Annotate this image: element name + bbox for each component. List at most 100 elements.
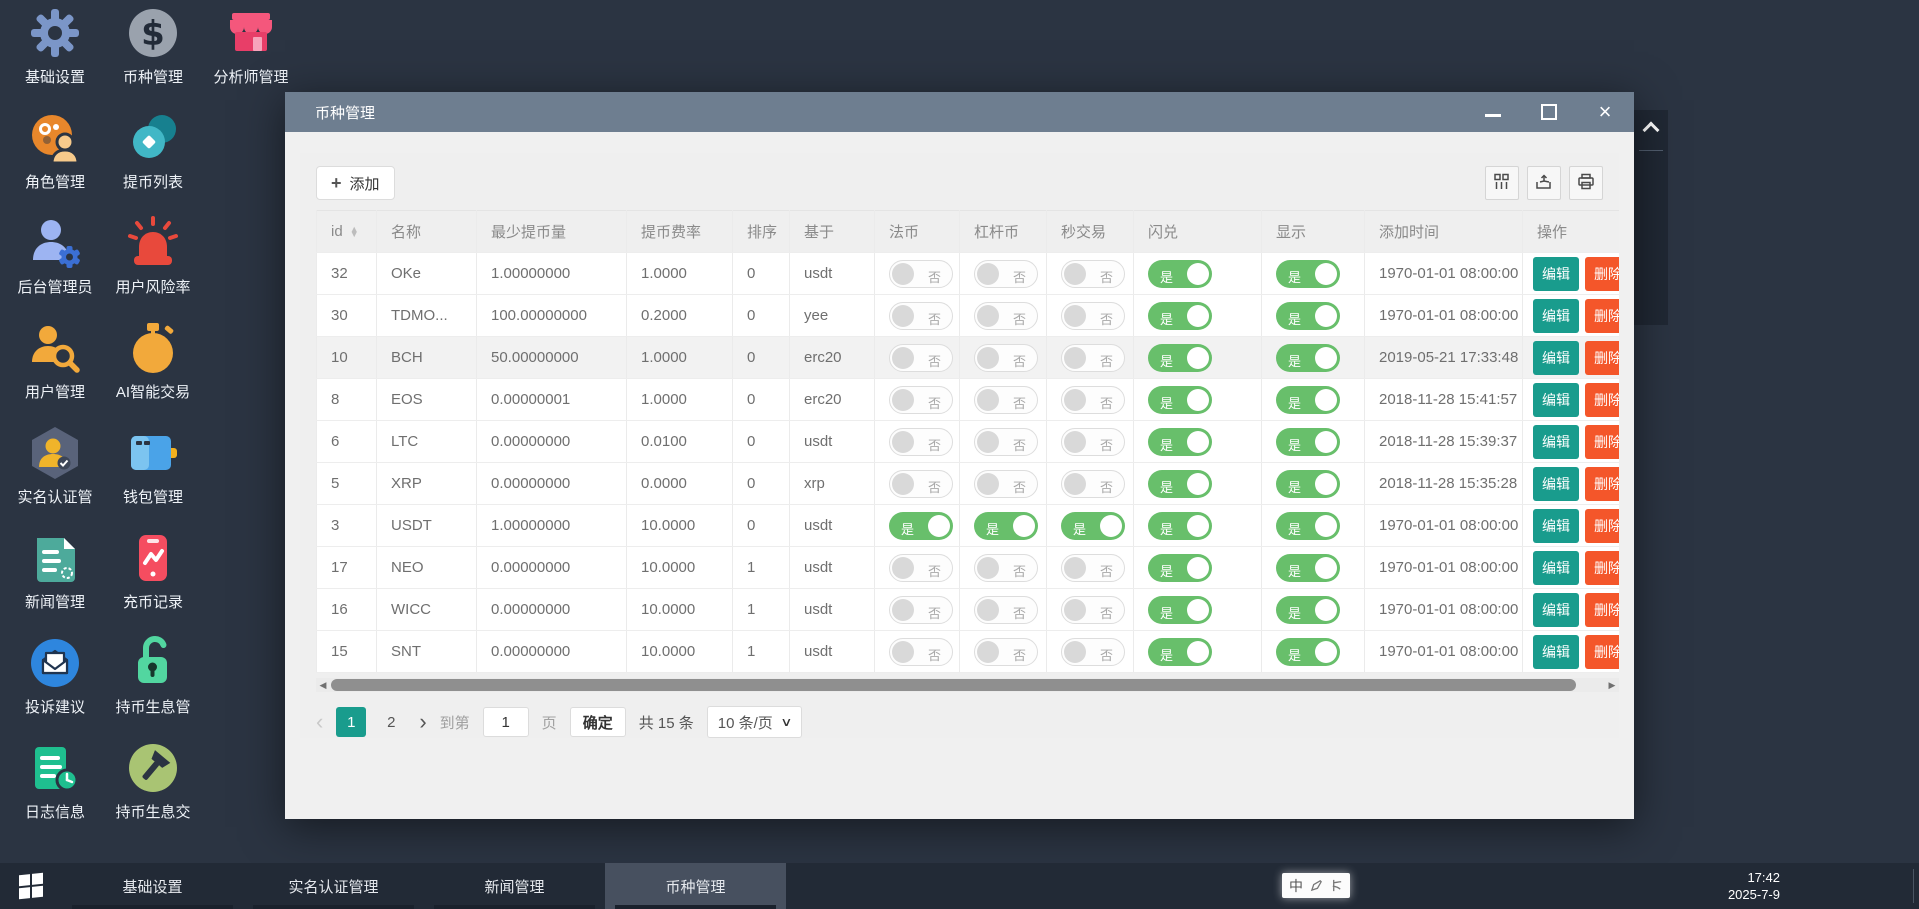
flash-swap-toggle[interactable]: 是 <box>1148 260 1212 288</box>
show-toggle[interactable]: 是 <box>1276 344 1340 372</box>
chevron-up-icon[interactable] <box>1643 122 1660 139</box>
scroll-right-arrow-icon[interactable]: ▶ <box>1605 678 1619 692</box>
next-page-icon[interactable]: › <box>419 711 426 733</box>
delete-button[interactable]: 删除 <box>1585 383 1619 417</box>
desktop-icon-deposit[interactable]: 充币记录 <box>104 529 202 634</box>
flash-swap-toggle[interactable]: 是 <box>1148 386 1212 414</box>
desktop-icon-roles[interactable]: 角色管理 <box>6 109 104 214</box>
flash-swap-toggle[interactable]: 是 <box>1148 512 1212 540</box>
confirm-button[interactable]: 确定 <box>570 707 626 737</box>
desktop-icon-alarm[interactable]: 用户风险率 <box>104 214 202 319</box>
delete-button[interactable]: 删除 <box>1585 551 1619 585</box>
edit-button[interactable]: 编辑 <box>1533 551 1579 585</box>
goto-page-input[interactable] <box>483 707 529 737</box>
show-toggle[interactable]: 是 <box>1276 512 1340 540</box>
edit-button[interactable]: 编辑 <box>1533 425 1579 459</box>
delete-button[interactable]: 删除 <box>1585 593 1619 627</box>
leverage-toggle[interactable]: 否 <box>974 596 1038 624</box>
ime-language-bar[interactable]: 中 <box>1282 873 1350 898</box>
show-toggle[interactable]: 是 <box>1276 302 1340 330</box>
export-button[interactable] <box>1527 166 1561 200</box>
fiat-toggle[interactable]: 否 <box>889 260 953 288</box>
delete-button[interactable]: 删除 <box>1585 467 1619 501</box>
desktop-icon-unlock[interactable]: 持币生息管 <box>104 634 202 739</box>
minimize-icon[interactable] <box>1484 103 1502 121</box>
seconds-trade-toggle[interactable]: 否 <box>1061 344 1125 372</box>
fiat-toggle[interactable]: 否 <box>889 302 953 330</box>
leverage-toggle[interactable]: 否 <box>974 554 1038 582</box>
desktop-icon-gear[interactable]: 基础设置 <box>6 4 104 109</box>
maximize-icon[interactable] <box>1540 103 1558 121</box>
flash-swap-toggle[interactable]: 是 <box>1148 638 1212 666</box>
edit-button[interactable]: 编辑 <box>1533 509 1579 543</box>
delete-button[interactable]: 删除 <box>1585 425 1619 459</box>
desktop-icon-log[interactable]: 日志信息 <box>6 739 104 844</box>
desktop-icon-news[interactable]: 新闻管理 <box>6 529 104 634</box>
edit-button[interactable]: 编辑 <box>1533 383 1579 417</box>
edit-button[interactable]: 编辑 <box>1533 467 1579 501</box>
desktop-icon-coins[interactable]: 提币列表 <box>104 109 202 214</box>
leverage-toggle[interactable]: 否 <box>974 638 1038 666</box>
print-button[interactable] <box>1569 166 1603 200</box>
edit-button[interactable]: 编辑 <box>1533 299 1579 333</box>
flash-swap-toggle[interactable]: 是 <box>1148 470 1212 498</box>
leverage-toggle[interactable]: 否 <box>974 302 1038 330</box>
fiat-toggle[interactable]: 否 <box>889 428 953 456</box>
desktop-icon-hammer[interactable]: 持币生息交 <box>104 739 202 844</box>
leverage-toggle[interactable]: 否 <box>974 260 1038 288</box>
desktop-icon-id-verify[interactable]: 实名认证管 <box>6 424 104 529</box>
fiat-toggle[interactable]: 否 <box>889 470 953 498</box>
prev-page-icon[interactable]: ‹ <box>316 711 323 733</box>
show-toggle[interactable]: 是 <box>1276 554 1340 582</box>
leverage-toggle[interactable]: 是 <box>974 512 1038 540</box>
fiat-toggle[interactable]: 否 <box>889 596 953 624</box>
leverage-toggle[interactable]: 否 <box>974 470 1038 498</box>
start-button[interactable] <box>0 863 62 909</box>
columns-button[interactable] <box>1485 166 1519 200</box>
edit-button[interactable]: 编辑 <box>1533 635 1579 669</box>
seconds-trade-toggle[interactable]: 否 <box>1061 596 1125 624</box>
seconds-trade-toggle[interactable]: 否 <box>1061 260 1125 288</box>
taskbar-button[interactable]: 新闻管理 <box>424 863 605 909</box>
seconds-trade-toggle[interactable]: 否 <box>1061 554 1125 582</box>
flash-swap-toggle[interactable]: 是 <box>1148 302 1212 330</box>
add-button[interactable]: + 添加 <box>316 166 395 200</box>
desktop-icon-mail[interactable]: 投诉建议 <box>6 634 104 739</box>
desktop-icon-stopwatch[interactable]: AI智能交易 <box>104 319 202 424</box>
seconds-trade-toggle[interactable]: 否 <box>1061 302 1125 330</box>
desktop-icon-admin[interactable]: 后台管理员 <box>6 214 104 319</box>
edit-button[interactable]: 编辑 <box>1533 341 1579 375</box>
flash-swap-toggle[interactable]: 是 <box>1148 554 1212 582</box>
show-toggle[interactable]: 是 <box>1276 386 1340 414</box>
delete-button[interactable]: 删除 <box>1585 299 1619 333</box>
show-toggle[interactable]: 是 <box>1276 428 1340 456</box>
delete-button[interactable]: 删除 <box>1585 257 1619 291</box>
taskbar-button[interactable]: 币种管理 <box>605 863 786 909</box>
fiat-toggle[interactable]: 是 <box>889 512 953 540</box>
edit-button[interactable]: 编辑 <box>1533 257 1579 291</box>
show-toggle[interactable]: 是 <box>1276 260 1340 288</box>
desktop-icon-wallet[interactable]: 钱包管理 <box>104 424 202 529</box>
flash-swap-toggle[interactable]: 是 <box>1148 596 1212 624</box>
show-toggle[interactable]: 是 <box>1276 638 1340 666</box>
page-number-1[interactable]: 1 <box>336 707 366 737</box>
seconds-trade-toggle[interactable]: 否 <box>1061 428 1125 456</box>
fiat-toggle[interactable]: 否 <box>889 386 953 414</box>
fiat-toggle[interactable]: 否 <box>889 638 953 666</box>
taskbar-button[interactable]: 实名认证管理 <box>243 863 424 909</box>
close-icon[interactable]: × <box>1596 103 1614 121</box>
fiat-toggle[interactable]: 否 <box>889 554 953 582</box>
taskbar-button[interactable]: 基础设置 <box>62 863 243 909</box>
desktop-icon-dollar[interactable]: $ 币种管理 <box>104 4 202 109</box>
delete-button[interactable]: 删除 <box>1585 509 1619 543</box>
page-size-select[interactable]: 10 条/页 ∨ <box>707 706 802 738</box>
edit-button[interactable]: 编辑 <box>1533 593 1579 627</box>
delete-button[interactable]: 删除 <box>1585 635 1619 669</box>
flash-swap-toggle[interactable]: 是 <box>1148 428 1212 456</box>
seconds-trade-toggle[interactable]: 否 <box>1061 470 1125 498</box>
show-toggle[interactable]: 是 <box>1276 470 1340 498</box>
show-desktop-divider[interactable] <box>1913 869 1914 903</box>
fiat-toggle[interactable]: 否 <box>889 344 953 372</box>
leverage-toggle[interactable]: 否 <box>974 428 1038 456</box>
leverage-toggle[interactable]: 否 <box>974 344 1038 372</box>
